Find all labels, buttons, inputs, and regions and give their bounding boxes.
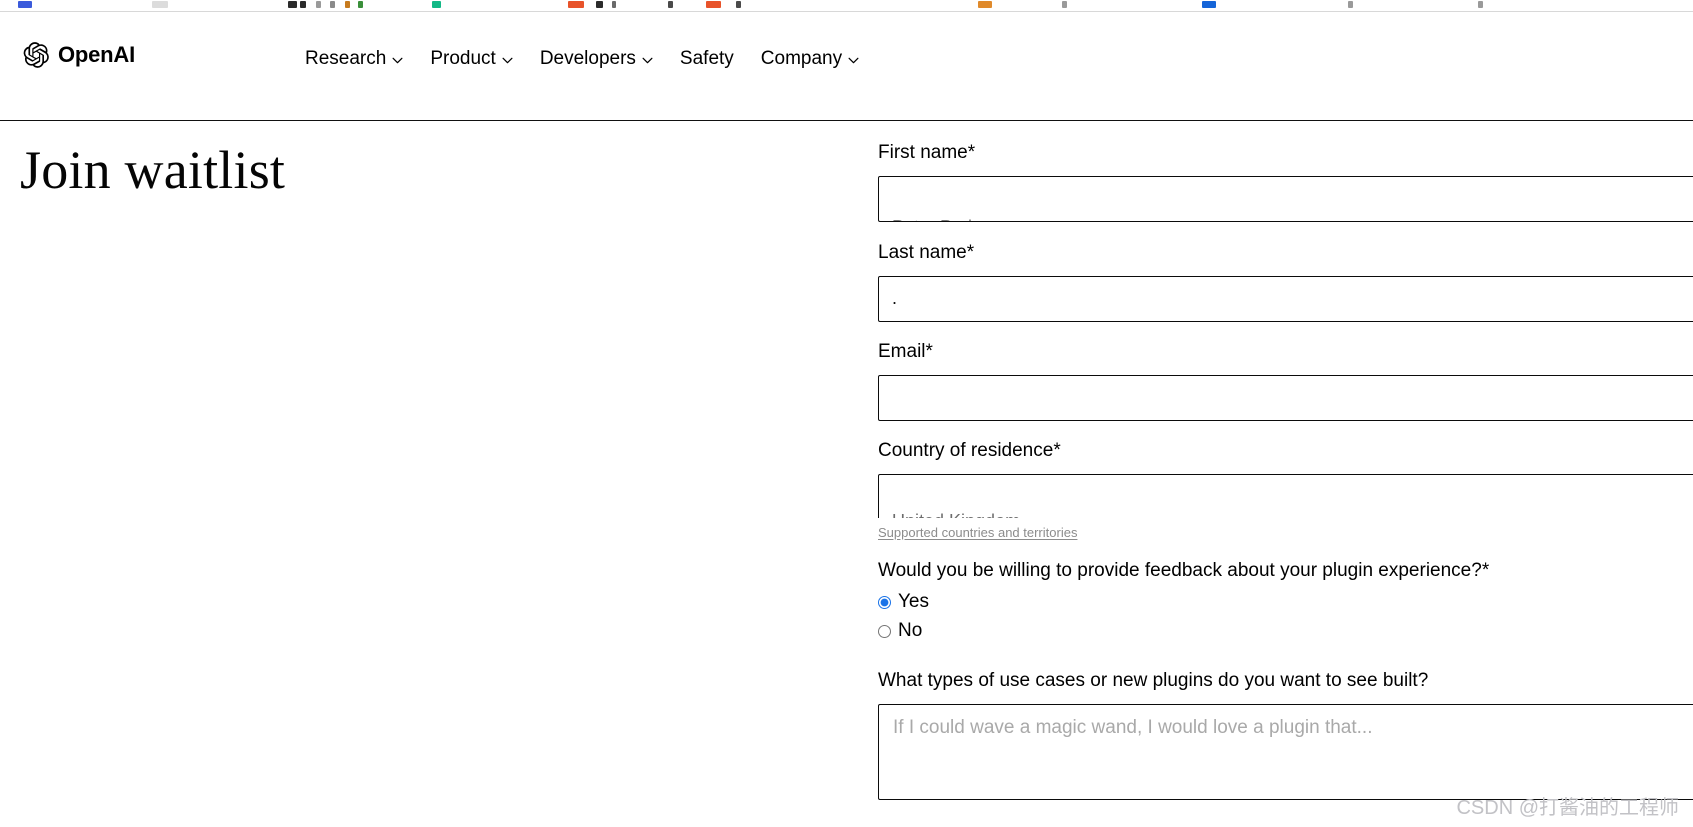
country-value: United Kingdom — [892, 511, 1020, 518]
chevron-down-icon — [502, 54, 513, 64]
browser-bookmarks-sliver — [0, 0, 1693, 11]
bookmark-fragment-10 — [596, 1, 603, 8]
feedback-radio-group: Yes No — [878, 590, 1489, 643]
nav-item-label: Product — [430, 48, 496, 69]
bookmark-fragment-15 — [978, 1, 992, 8]
use-cases-textarea[interactable] — [878, 704, 1693, 800]
last-name-value: . — [892, 288, 898, 308]
bookmark-fragment-18 — [1348, 1, 1353, 8]
nav-item-label: Research — [305, 48, 387, 69]
page-title: Join waitlist — [20, 140, 286, 200]
bookmark-fragment-12 — [668, 1, 673, 8]
feedback-option-yes[interactable]: Yes — [878, 590, 1489, 614]
field-country: Country of residence* United Kingdom Sup… — [878, 438, 1693, 542]
bookmark-fragment-6 — [345, 1, 350, 8]
bookmark-fragment-19 — [1478, 1, 1483, 8]
bookmark-fragment-17 — [1202, 1, 1216, 8]
brand-name: OpenAI — [58, 42, 136, 67]
feedback-question: Would you be willing to provide feedback… — [878, 560, 1490, 581]
bookmark-fragment-1 — [152, 1, 168, 8]
country-label: Country of residence* — [878, 440, 1061, 461]
bookmark-fragment-8 — [432, 1, 441, 8]
nav-item-company[interactable]: Company — [761, 45, 859, 73]
first-name-label: First name* — [878, 142, 976, 163]
email-label: Email* — [878, 341, 933, 362]
field-email: Email* — [878, 339, 1693, 421]
feedback-option-label: No — [898, 620, 923, 641]
chevron-down-icon — [642, 54, 653, 64]
bookmark-fragment-4 — [316, 1, 321, 8]
bookmark-fragment-11 — [612, 1, 616, 8]
chevron-down-icon — [848, 54, 859, 64]
feedback-option-label: Yes — [898, 591, 929, 612]
last-name-label: Last name* — [878, 242, 975, 263]
nav-item-safety[interactable]: Safety — [680, 45, 734, 73]
first-name-value: Peter Parker — [892, 217, 993, 222]
bookmark-fragment-0 — [18, 1, 32, 8]
nav-item-label: Safety — [679, 48, 734, 69]
field-first-name: First name* Peter Parker — [878, 140, 1693, 222]
primary-navigation: Research Product Developers Safety Company — [305, 45, 859, 73]
nav-item-label: Developers — [539, 48, 636, 69]
nav-item-research[interactable]: Research — [305, 45, 403, 73]
openai-logo-icon — [22, 41, 50, 69]
last-name-input[interactable] — [878, 276, 1693, 322]
site-header: OpenAI Research Product Developers Safety Co… — [0, 12, 1693, 120]
field-feedback: Would you be willing to provide feedback… — [878, 558, 1489, 643]
supported-countries-link[interactable]: Supported countries and territories — [878, 525, 1077, 541]
chevron-down-icon — [392, 54, 403, 64]
feedback-option-no[interactable]: No — [878, 619, 1489, 643]
email-input[interactable] — [878, 375, 1693, 421]
feedback-radio-yes[interactable] — [878, 595, 891, 609]
bookmark-fragment-2 — [288, 1, 297, 8]
bookmark-fragment-7 — [358, 1, 363, 8]
bookmark-fragment-13 — [706, 1, 721, 8]
header-bottom-rule — [0, 120, 1693, 121]
feedback-radio-no[interactable] — [878, 624, 891, 638]
field-use-cases: What types of use cases or new plugins d… — [878, 668, 1693, 800]
bookmark-fragment-16 — [1062, 1, 1067, 8]
use-cases-label: What types of use cases or new plugins d… — [878, 670, 1429, 691]
bookmark-fragment-9 — [568, 1, 584, 8]
bookmark-fragment-5 — [330, 1, 335, 8]
first-name-input[interactable] — [878, 176, 1693, 222]
bookmark-fragment-14 — [736, 1, 741, 8]
brand-logo-link[interactable]: OpenAI — [22, 41, 135, 69]
nav-item-developers[interactable]: Developers — [540, 45, 653, 73]
bookmark-fragment-3 — [300, 1, 306, 8]
nav-item-product[interactable]: Product — [430, 45, 513, 73]
nav-item-label: Company — [760, 48, 843, 69]
field-last-name: Last name* . — [878, 240, 1693, 322]
